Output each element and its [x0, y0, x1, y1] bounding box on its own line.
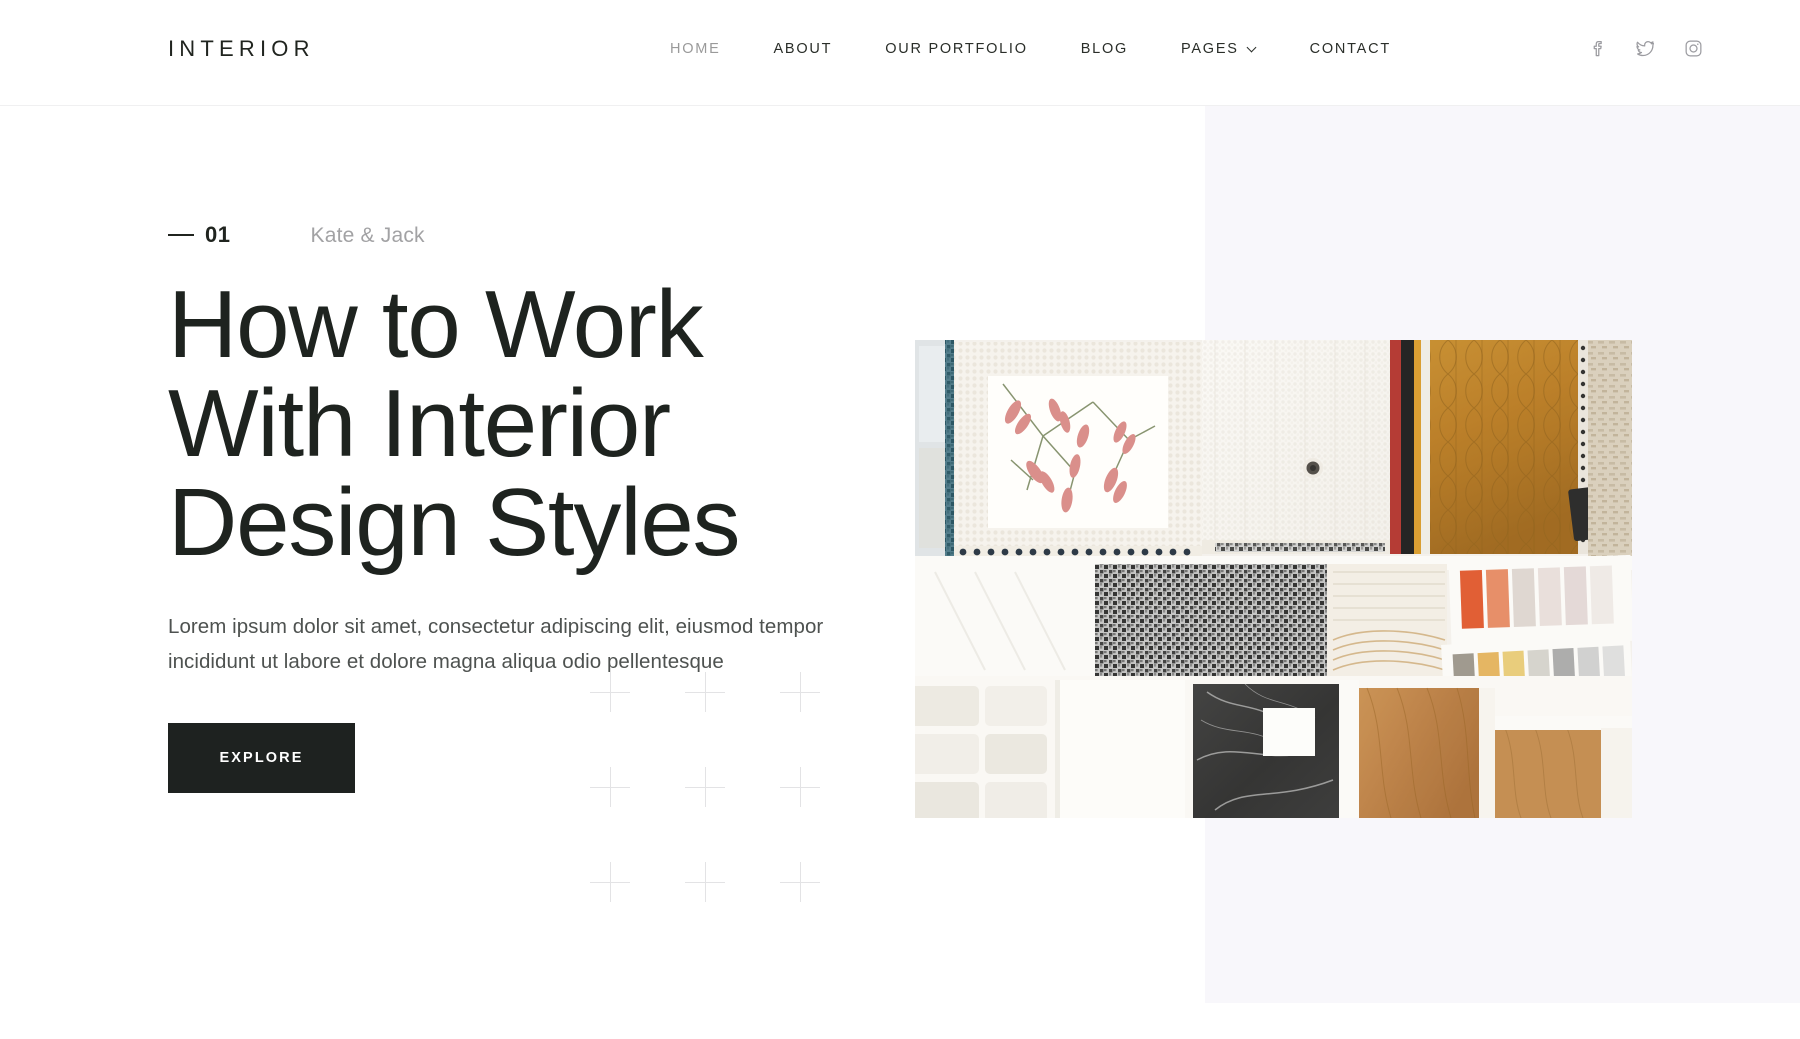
nav-item-pages[interactable]: PAGES — [1181, 41, 1257, 58]
page-root: INTERIOR HOME ABOUT OUR PORTFOLIO BLOG P… — [0, 0, 1800, 1039]
hero-author: Kate & Jack — [310, 224, 425, 247]
title-line: Design Styles — [168, 468, 741, 576]
hero-content: 01 Kate & Jack How to Work With Interior… — [168, 106, 948, 794]
twitter-icon[interactable] — [1635, 38, 1656, 59]
nav-item-our-portfolio[interactable]: OUR PORTFOLIO — [885, 41, 1028, 58]
nav-item-contact[interactable]: CONTACT — [1310, 41, 1391, 58]
plus-icon — [780, 862, 820, 902]
explore-button[interactable]: EXPLORE — [168, 723, 355, 794]
site-header: INTERIOR HOME ABOUT OUR PORTFOLIO BLOG P… — [0, 0, 1800, 106]
dash-icon — [168, 234, 194, 236]
facebook-icon[interactable] — [1587, 38, 1608, 59]
main-navigation: HOME ABOUT OUR PORTFOLIO BLOG PAGES CONT… — [670, 41, 1391, 58]
nav-item-label: CONTACT — [1309, 41, 1391, 57]
nav-item-label: OUR PORTFOLIO — [885, 41, 1028, 57]
nav-item-label: PAGES — [1181, 41, 1239, 57]
social-links — [1587, 38, 1704, 59]
nav-item-home[interactable]: HOME — [670, 41, 721, 58]
brand-logo[interactable]: INTERIOR — [168, 38, 315, 60]
nav-item-label: ABOUT — [773, 41, 833, 57]
hero-image — [915, 340, 1632, 818]
chevron-down-icon — [1248, 44, 1257, 53]
instagram-icon[interactable] — [1683, 38, 1704, 59]
nav-item-label: HOME — [670, 41, 721, 57]
nav-item-about[interactable]: ABOUT — [774, 41, 833, 58]
title-line: With Interior — [168, 369, 671, 477]
plus-icon — [685, 862, 725, 902]
nav-item-blog[interactable]: BLOG — [1081, 41, 1128, 58]
plus-icon — [590, 862, 630, 902]
hero-eyebrow: 01 Kate & Jack — [168, 224, 948, 254]
nav-item-label: BLOG — [1080, 41, 1129, 57]
slide-number: 01 — [205, 222, 231, 247]
hero-description: Lorem ipsum dolor sit amet, consectetur … — [168, 614, 824, 673]
page-title: How to Work With Interior Design Styles — [168, 271, 888, 576]
title-line: How to Work — [168, 271, 704, 378]
